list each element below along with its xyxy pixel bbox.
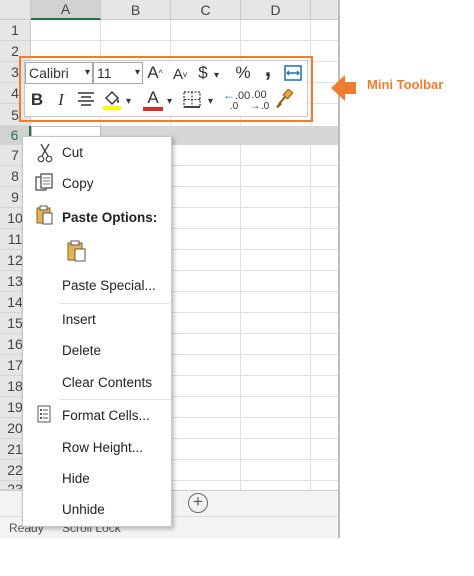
context-menu: Cut Copy Paste Options: Paste Special...… bbox=[22, 136, 172, 527]
callout-label: Mini Toolbar bbox=[367, 77, 444, 92]
menu-item-copy[interactable]: Copy bbox=[62, 176, 94, 191]
new-sheet-plus-icon[interactable]: + bbox=[188, 493, 208, 513]
column-header-d[interactable]: D bbox=[241, 0, 311, 20]
copy-icon bbox=[35, 173, 55, 198]
menu-item-delete[interactable]: Delete bbox=[62, 343, 101, 358]
paste-clipboard-icon bbox=[67, 240, 86, 262]
menu-item-unhide[interactable]: Unhide bbox=[62, 502, 105, 517]
menu-item-clear-contents[interactable]: Clear Contents bbox=[62, 375, 152, 390]
menu-item-format-cells[interactable]: Format Cells... bbox=[62, 408, 150, 423]
menu-item-cut[interactable]: Cut bbox=[62, 145, 83, 160]
scissors-icon bbox=[37, 143, 53, 168]
column-header-e-partial[interactable] bbox=[311, 0, 339, 20]
callout-arrow-icon bbox=[331, 75, 345, 101]
paste-options-heading: Paste Options: bbox=[62, 210, 158, 225]
callout-arrow-tail bbox=[344, 82, 356, 94]
row-header-1[interactable]: 1 bbox=[0, 20, 31, 41]
menu-separator bbox=[60, 399, 170, 400]
paste-option-button[interactable] bbox=[67, 240, 87, 267]
menu-item-insert[interactable]: Insert bbox=[62, 312, 96, 327]
menu-item-hide[interactable]: Hide bbox=[62, 471, 90, 486]
mini-toolbar-highlight-frame bbox=[19, 56, 313, 122]
column-header-b[interactable]: B bbox=[101, 0, 171, 20]
column-header-a[interactable]: A bbox=[31, 0, 101, 20]
menu-item-paste-special[interactable]: Paste Special... bbox=[62, 278, 156, 293]
gridline bbox=[31, 40, 339, 41]
clipboard-icon bbox=[36, 205, 54, 230]
menu-item-row-height[interactable]: Row Height... bbox=[62, 440, 143, 455]
column-header-c[interactable]: C bbox=[171, 0, 241, 20]
format-cells-icon bbox=[37, 405, 51, 428]
select-all-corner[interactable] bbox=[0, 0, 31, 20]
menu-separator bbox=[60, 303, 170, 304]
